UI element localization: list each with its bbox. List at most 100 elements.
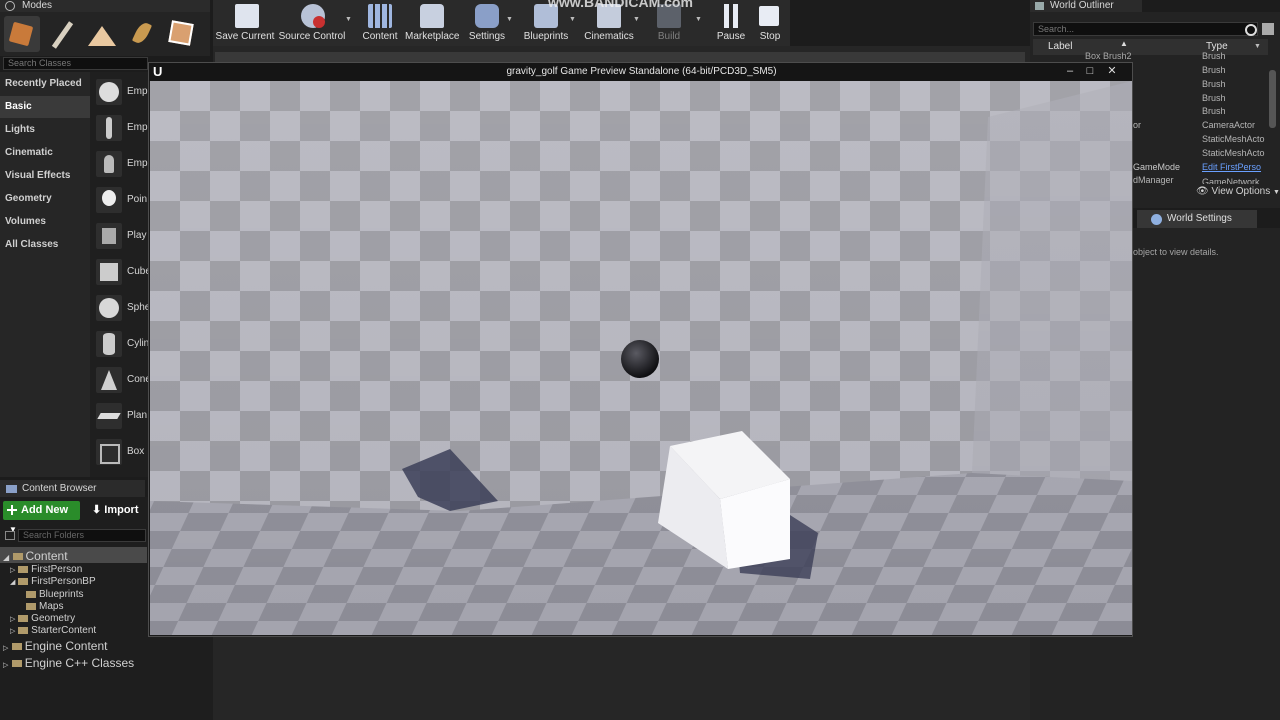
- placeable-label: Emp: [127, 122, 148, 133]
- tree-item-geometry[interactable]: ▷ Geometry: [10, 613, 75, 624]
- settings-button[interactable]: Settings: [465, 0, 509, 46]
- toolbar-label: Build: [657, 31, 681, 42]
- globe-icon: [1151, 214, 1162, 225]
- import-label: Import: [104, 504, 139, 516]
- outliner-partial-label[interactable]: Box Brush2: [1085, 51, 1132, 61]
- source-control-button[interactable]: Source Control: [277, 0, 347, 46]
- outliner-search-input[interactable]: Search...: [1033, 22, 1258, 36]
- tree-item-engine-cpp[interactable]: ▷ Engine C++ Classes: [3, 656, 134, 670]
- modes-toolbar: [0, 12, 210, 56]
- tree-item-engine-content[interactable]: ▷ Engine Content: [3, 639, 107, 653]
- placeable-item[interactable]: Box: [90, 436, 150, 470]
- recording-watermark: www.BANDICAM.com: [548, 0, 693, 10]
- chevron-down-icon[interactable]: ▼: [633, 16, 640, 23]
- stop-icon: [759, 6, 779, 26]
- chevron-down-icon[interactable]: ▼: [569, 16, 576, 23]
- placeable-item[interactable]: Poin: [90, 184, 150, 218]
- placeable-item[interactable]: Cylin: [90, 328, 150, 362]
- label-column[interactable]: Label: [1048, 41, 1072, 52]
- landscape-mode-icon[interactable]: [84, 16, 120, 52]
- game-scene-render: [150, 81, 1132, 635]
- paint-mode-icon[interactable]: [44, 16, 80, 52]
- placeable-item[interactable]: Sphe: [90, 292, 150, 326]
- minimize-icon[interactable]: –: [1061, 64, 1079, 78]
- category-all-classes[interactable]: All Classes: [0, 234, 90, 256]
- category-basic[interactable]: Basic: [0, 96, 90, 118]
- toolbar-label: Save Current: [215, 31, 275, 42]
- outliner-scrollbar[interactable]: [1269, 70, 1276, 128]
- tree-label: Geometry: [31, 613, 76, 624]
- placeable-label: Emp: [127, 158, 148, 169]
- folder-tree-toggle-icon[interactable]: [5, 531, 15, 540]
- category-cinematic[interactable]: Cinematic: [0, 142, 90, 164]
- toolbar-label: Source Control: [278, 31, 346, 42]
- stop-button[interactable]: Stop: [755, 0, 785, 46]
- search-icon: [1245, 24, 1257, 36]
- outliner-partial-label[interactable]: or: [1133, 120, 1141, 130]
- chevron-down-icon[interactable]: ▼: [345, 16, 352, 23]
- outliner-type: Brush: [1202, 51, 1226, 61]
- search-classes-input[interactable]: Search Classes: [3, 57, 148, 70]
- placeable-item[interactable]: Emp: [90, 112, 150, 146]
- modes-icon: [5, 1, 15, 11]
- toolbar-label: Content: [362, 31, 398, 42]
- outliner-partial-label[interactable]: dManager: [1133, 175, 1174, 185]
- tree-item-maps[interactable]: Maps: [26, 601, 63, 612]
- tree-item-firstperson[interactable]: ▷ FirstPerson: [10, 564, 82, 575]
- edit-gamemode-link[interactable]: Edit FirstPerso: [1202, 162, 1261, 172]
- category-lights[interactable]: Lights: [0, 119, 90, 141]
- view-options-label: View Options: [1211, 186, 1271, 197]
- close-icon[interactable]: ✕: [1103, 64, 1121, 78]
- outliner-icon: [1035, 2, 1044, 10]
- chevron-down-icon[interactable]: ▼: [695, 16, 702, 23]
- outliner-column-header: Label ▲ Type ▼: [1033, 39, 1268, 55]
- placeable-item[interactable]: Cube: [90, 256, 151, 290]
- import-icon: ⬇: [92, 504, 102, 516]
- placeable-label: Emp: [127, 86, 148, 97]
- foliage-mode-icon[interactable]: [124, 16, 160, 52]
- place-mode-icon[interactable]: [4, 16, 40, 52]
- game-scene[interactable]: [150, 81, 1132, 635]
- outliner-settings-icon[interactable]: [1262, 23, 1274, 35]
- placeable-item[interactable]: Emp: [90, 148, 150, 182]
- placeable-item[interactable]: Play: [90, 220, 150, 254]
- tree-label: Blueprints: [39, 589, 84, 600]
- tree-item-content[interactable]: ◢ Content: [3, 549, 68, 563]
- tree-item-blueprints[interactable]: Blueprints: [26, 589, 83, 600]
- outliner-type: StaticMeshActo: [1202, 148, 1265, 158]
- marketplace-button[interactable]: Marketplace: [405, 0, 459, 46]
- world-settings-tab[interactable]: World Settings: [1137, 210, 1257, 228]
- import-button[interactable]: ⬇ Import: [92, 501, 146, 520]
- placeable-label: Play: [127, 230, 147, 241]
- category-visual-effects[interactable]: Visual Effects: [0, 165, 90, 187]
- category-recently-placed[interactable]: Recently Placed: [0, 73, 90, 95]
- world-outliner-tab[interactable]: World Outliner: [1030, 0, 1142, 12]
- tree-item-firstpersonbp[interactable]: ◢ FirstPersonBP: [10, 576, 96, 587]
- outliner-partial-label[interactable]: GameMode: [1133, 162, 1180, 172]
- pause-icon: [719, 4, 743, 28]
- chevron-down-icon[interactable]: ▼: [1254, 43, 1261, 50]
- chevron-down-icon[interactable]: ▼: [506, 16, 513, 23]
- view-options-button[interactable]: 👁 View Options ▼: [1196, 186, 1280, 197]
- add-new-label: Add New: [21, 504, 69, 516]
- placeable-item[interactable]: Emp: [90, 76, 150, 110]
- maximize-icon[interactable]: □: [1081, 64, 1099, 78]
- placeable-item[interactable]: Plan: [90, 400, 150, 434]
- player-start-icon: [96, 223, 122, 249]
- pause-button[interactable]: Pause: [709, 0, 753, 46]
- category-volumes[interactable]: Volumes: [0, 211, 90, 233]
- placeable-label: Poin: [127, 194, 148, 205]
- content-browser-tab[interactable]: Content Browser: [0, 480, 145, 497]
- empty-character-icon: [96, 115, 122, 141]
- geometry-mode-icon[interactable]: [164, 16, 200, 52]
- empty-pawn-icon: [96, 151, 122, 177]
- modes-tab[interactable]: Modes: [0, 0, 210, 12]
- marketplace-icon: [420, 4, 444, 28]
- save-current-button[interactable]: Save Current: [215, 0, 275, 46]
- search-folders-input[interactable]: Search Folders: [18, 529, 146, 542]
- folder-icon: [26, 590, 36, 598]
- content-button[interactable]: Content: [359, 0, 401, 46]
- tree-item-startercontent[interactable]: ▷ StarterContent: [10, 625, 96, 636]
- placeable-item[interactable]: Cone: [90, 364, 151, 398]
- category-geometry[interactable]: Geometry: [0, 188, 90, 210]
